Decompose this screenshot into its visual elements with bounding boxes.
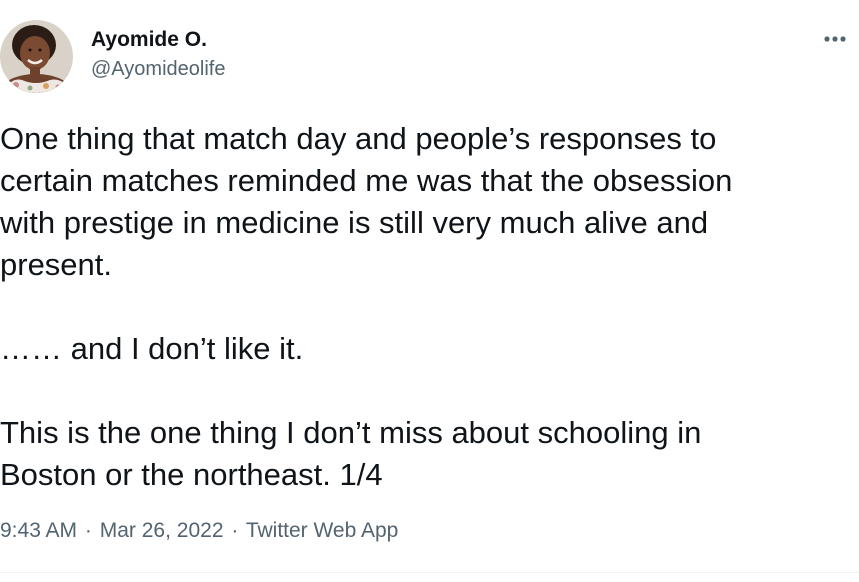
tweet-time[interactable]: 9:43 AM [0, 519, 77, 542]
author-handle[interactable]: @Ayomideolife [91, 58, 225, 81]
more-horizontal-icon [824, 36, 846, 42]
tweet-text-line: with prestige in medicine is still very … [0, 205, 709, 240]
tweet-text-line: Boston or the northeast. 1/4 [0, 457, 383, 492]
tweet-text-line: …… and I don’t like it. [0, 331, 304, 366]
tweet-text-line: present. [0, 247, 113, 282]
tweet-metadata: 9:43 AM · Mar 26, 2022 · Twitter Web App [0, 519, 398, 543]
author-display-name[interactable]: Ayomide O. [91, 28, 207, 52]
meta-separator: · [84, 519, 92, 542]
tweet-text-line: One thing that match day and people’s re… [0, 121, 717, 156]
more-options-button[interactable] [818, 22, 852, 56]
tweet-card: Ayomide O. @Ayomideolife One thing that … [0, 0, 859, 582]
tweet-source[interactable]: Twitter Web App [246, 519, 399, 542]
tweet-date[interactable]: Mar 26, 2022 [100, 519, 224, 542]
avatar[interactable] [0, 20, 73, 93]
tweet-text-line: This is the one thing I don’t miss about… [0, 415, 702, 450]
tweet-text: One thing that match day and people’s re… [0, 118, 850, 496]
meta-separator: · [231, 519, 239, 542]
divider [0, 572, 859, 573]
tweet-text-line: certain matches reminded me was that the… [0, 163, 733, 198]
